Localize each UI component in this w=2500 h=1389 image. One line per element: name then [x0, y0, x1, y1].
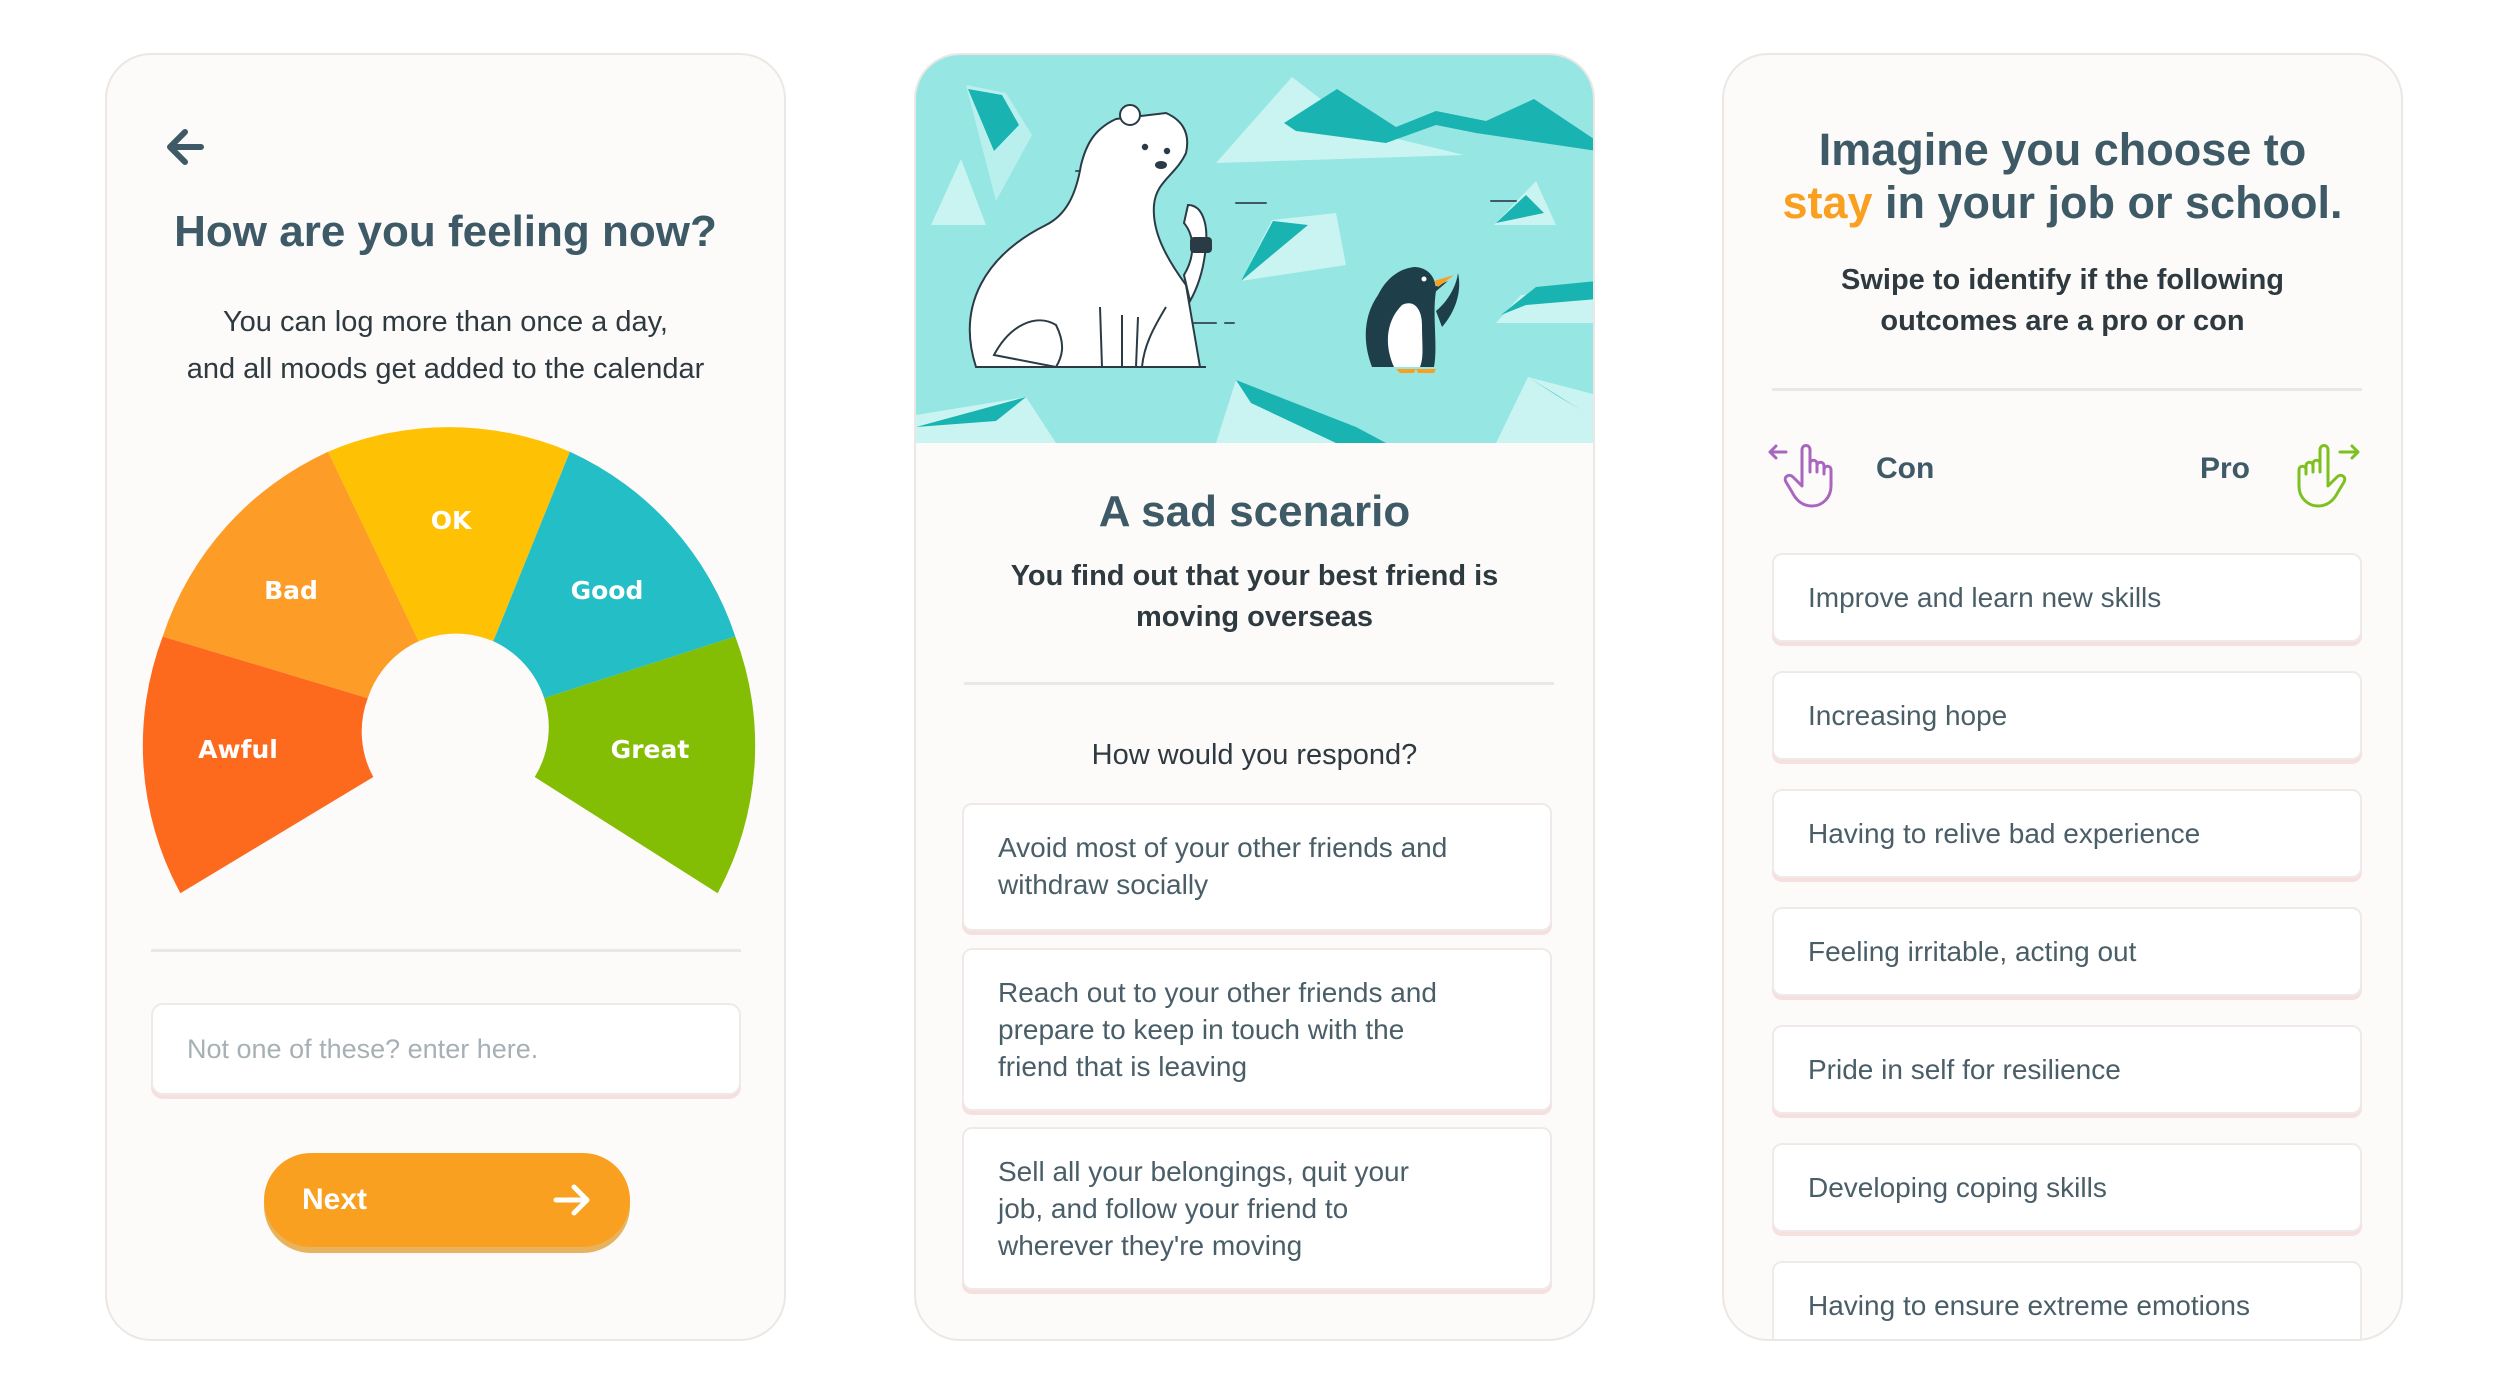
next-button-label: Next	[302, 1183, 368, 1216]
description-line: moving overseas	[1136, 601, 1373, 633]
page-title: Imagine you choose to stay in your job o…	[1724, 123, 2401, 229]
title-line: Imagine you choose to	[1818, 124, 2307, 175]
question-label: How would you respond?	[1091, 739, 1418, 771]
subtitle-line: outcomes are a pro or con	[1880, 305, 2245, 337]
outcome-card[interactable]: Increasing hope	[1772, 671, 2362, 760]
response-option[interactable]: Avoid most of your other friends and wit…	[962, 803, 1552, 931]
outcome-card[interactable]: Having to relive bad experience	[1772, 789, 2362, 878]
con-label: Con	[1876, 452, 1935, 485]
swipe-left-hand-icon	[1768, 444, 1833, 508]
swipe-right-hand-icon	[2297, 444, 2360, 508]
option-text-line: Avoid most of your other friends and	[998, 832, 1448, 863]
mood-screen: How are you feeling now? You can log mor…	[105, 53, 786, 1341]
option-text-line: Sell all your belongings, quit your	[998, 1156, 1409, 1187]
mood-label-great: Great	[611, 735, 690, 764]
option-text-line: wherever they're moving	[998, 1230, 1303, 1261]
pros-cons-screen: Imagine you choose to stay in your job o…	[1722, 53, 2403, 1341]
mood-label-ok: OK	[431, 506, 473, 535]
outcome-card[interactable]: Developing coping skills	[1772, 1143, 2362, 1232]
response-option[interactable]: Sell all your belongings, quit your job,…	[962, 1127, 1552, 1290]
option-text-line: Reach out to your other friends and	[998, 977, 1437, 1008]
pro-label: Pro	[2200, 452, 2251, 485]
option-text-line: friend that is leaving	[998, 1051, 1248, 1082]
response-option[interactable]: Reach out to your other friends and prep…	[962, 948, 1552, 1111]
arrow-right-icon	[553, 1184, 590, 1216]
divider	[1772, 388, 2362, 391]
divider	[964, 682, 1554, 685]
title-rest: in your job or school.	[1872, 177, 2343, 228]
outcome-card[interactable]: Having to ensure extreme emotions	[1772, 1261, 2362, 1339]
mood-label-awful: Awful	[198, 735, 278, 764]
title-highlight: stay	[1782, 177, 1873, 228]
mood-wheel: Awful Bad OK Good Great	[142, 427, 756, 894]
subtitle-line: Swipe to identify if the following	[1840, 264, 2285, 296]
outcome-card[interactable]: Pride in self for resilience	[1772, 1025, 2362, 1114]
outcome-card[interactable]: Improve and learn new skills	[1772, 553, 2362, 642]
mood-label-good: Good	[571, 576, 644, 605]
page-subtitle: Swipe to identify if the following outco…	[1724, 260, 2401, 342]
option-text-line: prepare to keep in touch with the	[998, 1014, 1405, 1045]
page-title: A sad scenario	[1098, 487, 1411, 536]
description-line: You find out that your best friend is	[1010, 560, 1499, 592]
mood-label-bad: Bad	[264, 576, 318, 605]
outcome-card[interactable]: Feeling irritable, acting out	[1772, 907, 2362, 996]
polar-bear-and-penguin-icon	[916, 55, 1593, 443]
title-line: stay in your job or school.	[1724, 176, 2401, 229]
option-text-line: withdraw socially	[998, 869, 1209, 900]
next-button[interactable]: Next	[264, 1153, 630, 1247]
scenario-screen: A sad scenario You find out that your be…	[914, 53, 1595, 1341]
custom-mood-input[interactable]	[151, 1003, 741, 1095]
option-text-line: job, and follow your friend to	[998, 1193, 1349, 1224]
divider	[151, 949, 741, 952]
scenario-description: You find out that your best friend is mo…	[916, 556, 1593, 638]
